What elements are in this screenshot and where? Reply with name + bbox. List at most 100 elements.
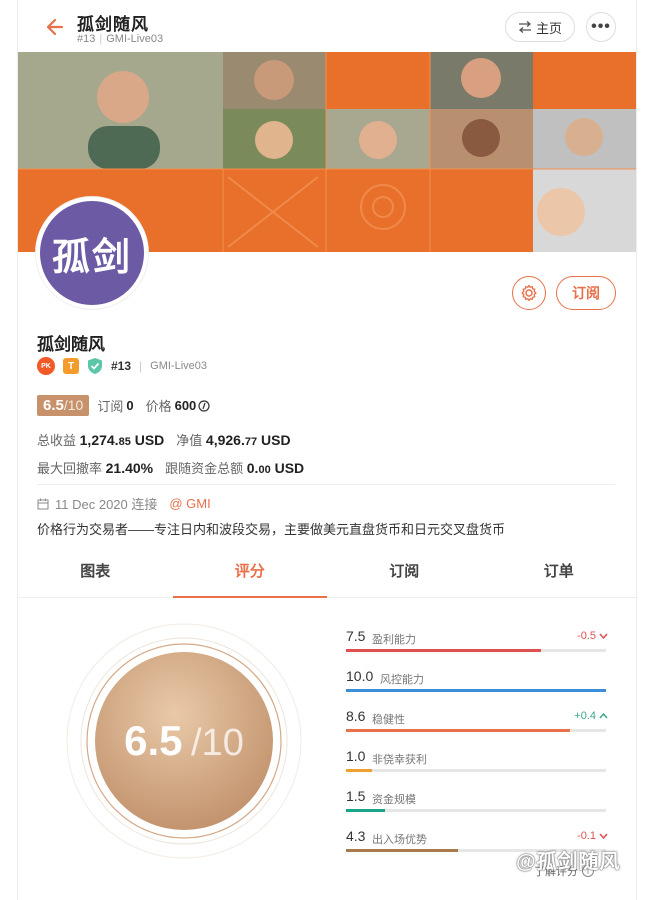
settings-button[interactable]: [512, 276, 546, 310]
metric-bar: [346, 729, 570, 732]
tab-chart[interactable]: 图表: [18, 552, 173, 597]
metric-bar: [346, 809, 385, 812]
calendar-icon: [37, 498, 49, 509]
metric-change-value: +0.4: [574, 710, 596, 722]
metric-bar: [346, 649, 541, 652]
broker-link[interactable]: @ GMI: [169, 496, 210, 511]
header-server: GMI-Live03: [106, 33, 164, 45]
metric-change: -0.5: [577, 630, 608, 642]
tab-subscription[interactable]: 订阅: [327, 552, 482, 597]
equity-value: 4,926.77 USD: [206, 432, 291, 448]
profile-rank: #13: [111, 359, 132, 373]
equity-label: 净值: [176, 433, 203, 448]
header-subtitle: #13 | GMI-Live03: [77, 33, 163, 45]
divider: [37, 484, 615, 485]
metric-bar: [346, 849, 458, 852]
metric-value: 1.5: [346, 788, 366, 804]
metric-value: 7.5: [346, 628, 366, 644]
metric-label: 出入场优势: [372, 834, 427, 846]
verified-shield-icon: [88, 358, 102, 374]
swap-icon: [518, 21, 531, 33]
rating-metric-row: 1.5 资金规模: [346, 784, 608, 824]
circle-den: /10: [191, 722, 244, 764]
metric-value: 10.0: [346, 668, 374, 684]
subs-label: 订阅: [97, 399, 124, 414]
metric-label: 风控能力: [380, 674, 424, 686]
page-title: 孤剑随风: [77, 15, 149, 34]
metric-change-value: -0.5: [577, 630, 596, 642]
rating-metric-row: 1.0 非侥幸获利: [346, 744, 608, 784]
badge-row: PK T #13 | GMI-Live03: [37, 357, 207, 375]
more-dots-icon: •••: [591, 18, 611, 35]
tab-rating[interactable]: 评分: [172, 552, 328, 598]
equity-int: 4,926.: [205, 432, 245, 448]
rating-metric-row: 7.5 盈利能力 -0.5: [346, 624, 608, 664]
follow-value: 0.00 USD: [247, 460, 304, 476]
separator: |: [139, 359, 143, 373]
score-badge: 6.5/10: [37, 395, 90, 416]
connect-row: 11 Dec 2020 连接 @ GMI: [37, 494, 211, 513]
separator: |: [99, 33, 103, 45]
score-row: 6.5/10 订阅 0 价格 600: [37, 395, 210, 416]
watermark: @孤剑随风: [516, 851, 621, 873]
connected-date: 11 Dec 2020 连接: [55, 497, 158, 512]
top-bar: 孤剑随风 #13 | GMI-Live03 主页 •••: [17, 0, 637, 52]
coin-icon: [198, 399, 210, 412]
metric-track: [346, 729, 606, 732]
metric-track: [346, 769, 606, 772]
score-circle-text: 6.5 /10: [64, 717, 304, 765]
total-profit-int: 1,274.: [79, 432, 119, 448]
metric-label: 稳健性: [372, 714, 405, 726]
price-value: 600: [174, 398, 197, 413]
metric-change: -0.1: [577, 830, 608, 842]
rating-metrics: 7.5 盈利能力 -0.5 10.0 风控能力 8.6 稳健性 +0.4 1.0 非侥幸获利 1.5…: [346, 624, 608, 864]
more-button[interactable]: •••: [586, 12, 616, 42]
page: 孤剑随风 #13 | GMI-Live03 主页 ••• 孤剑 订阅 孤剑随风 …: [0, 0, 659, 900]
follow-int: 0.: [246, 460, 259, 476]
avatar: 孤剑: [36, 197, 148, 309]
metric-bar: [346, 769, 372, 772]
metric-label: 非侥幸获利: [372, 754, 427, 766]
circle-score: 6.5: [124, 717, 183, 764]
follow-label: 跟随资金总额: [165, 461, 244, 476]
metric-bar: [346, 689, 606, 692]
metric-track: [346, 689, 606, 692]
drawdown-label: 最大回撤率: [37, 461, 103, 476]
equity-dec: 77: [244, 436, 258, 448]
equity-unit: USD: [261, 432, 291, 448]
rating-metric-row: 8.6 稳健性 +0.4: [346, 704, 608, 744]
t-badge-icon: T: [63, 358, 79, 374]
gear-icon: [521, 284, 537, 302]
score-denominator: /10: [63, 397, 84, 413]
metric-label: 盈利能力: [372, 634, 416, 646]
profile-name: 孤剑随风: [37, 335, 105, 354]
metric-value: 4.3: [346, 828, 366, 844]
total-profit-label: 总收益: [37, 433, 77, 448]
follow-unit: USD: [274, 460, 305, 476]
score-value: 6.5: [43, 397, 64, 414]
profile-server: GMI-Live03: [150, 360, 208, 372]
subscribe-button[interactable]: 订阅: [556, 276, 616, 310]
chevron-down-icon: [599, 633, 608, 639]
total-profit-dec: 85: [118, 436, 131, 448]
rating-metric-row: 10.0 风控能力: [346, 664, 608, 704]
avatar-text: 孤剑: [51, 236, 132, 279]
home-button-label: 主页: [535, 20, 562, 36]
follow-dec: 00: [258, 464, 271, 476]
metric-change: +0.4: [574, 710, 608, 722]
home-button[interactable]: 主页: [505, 12, 575, 42]
metric-track: [346, 809, 606, 812]
metric-change-value: -0.1: [577, 830, 596, 842]
drawdown-value: 21.40%: [105, 460, 154, 476]
header-rank: #13: [77, 33, 96, 45]
chevron-down-icon: [599, 833, 608, 839]
pk-badge-icon: PK: [37, 357, 55, 375]
metric-value: 8.6: [346, 708, 366, 724]
profile-bio: 价格行为交易者——专注日内和波段交易，主要做美元直盘货币和日元交叉盘货币: [37, 522, 506, 537]
back-arrow-icon[interactable]: [43, 16, 65, 38]
profit-row: 总收益 1,274.85 USD 净值 4,926.77 USD: [37, 430, 291, 449]
total-profit-value: 1,274.85 USD: [80, 432, 165, 448]
tab-orders[interactable]: 订单: [482, 552, 637, 597]
score-circle: 6.5 /10: [64, 621, 304, 861]
price-label: 价格: [145, 399, 172, 414]
